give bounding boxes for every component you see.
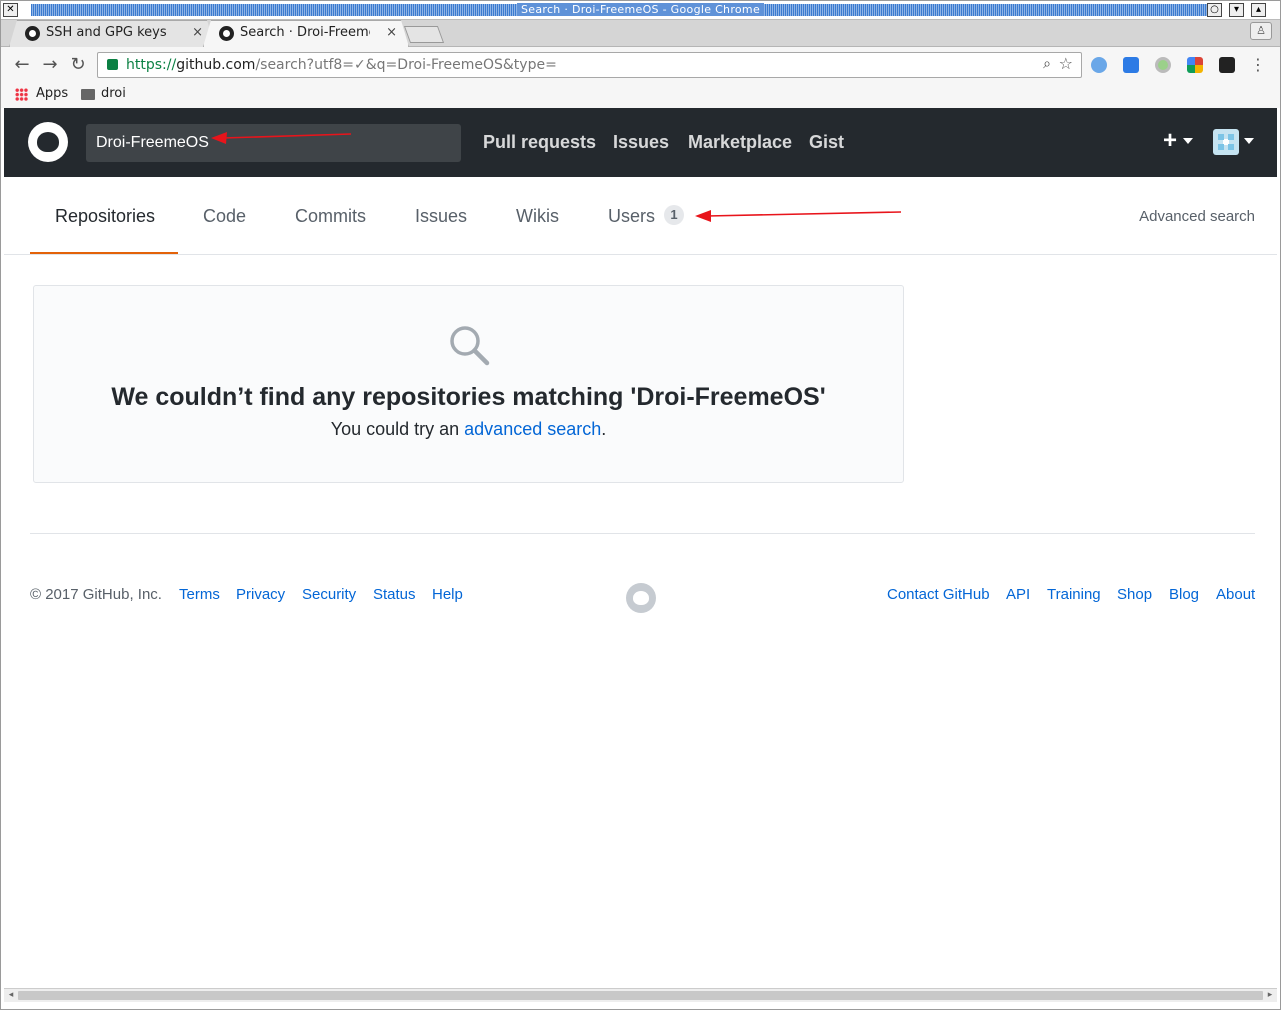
window-restore-icon[interactable]: ○ (1207, 3, 1222, 17)
extension-icon-5[interactable] (1219, 57, 1235, 73)
browser-toolbar: ← → ↻ https://github.com/search?utf8=✓&q… (1, 47, 1280, 83)
tab-users[interactable]: Users (608, 205, 655, 227)
url-text: https://github.com/search?utf8=✓&q=Droi-… (126, 57, 557, 73)
nav-issues[interactable]: Issues (613, 131, 669, 153)
window-title: Search · Droi-FreemeOS - Google Chrome (516, 3, 765, 16)
reload-icon[interactable]: ↻ (66, 53, 90, 77)
selected-tab-underline (30, 252, 178, 254)
footer-link-help[interactable]: Help (432, 585, 463, 605)
footer-link-security[interactable]: Security (302, 585, 356, 605)
browser-window: ✕ Search · Droi-FreemeOS - Google Chrome… (0, 0, 1281, 1010)
github-logo-icon[interactable] (28, 122, 68, 162)
search-type-tabs: Repositories Code Commits Issues Wikis U… (4, 177, 1277, 255)
bookmark-folder-droi[interactable]: droi (101, 86, 126, 101)
page-content: Droi-FreemeOS Pull requests Issues Marke… (4, 108, 1277, 988)
chrome-menu-icon[interactable]: ⋮ (1250, 55, 1266, 74)
footer-link-status[interactable]: Status (373, 585, 416, 605)
tab-commits[interactable]: Commits (295, 205, 366, 227)
chevron-down-icon[interactable] (1244, 138, 1254, 144)
footer-link-shop[interactable]: Shop (1117, 585, 1152, 605)
forward-arrow-icon[interactable]: → (38, 53, 62, 77)
tab-close-icon[interactable]: × (192, 20, 203, 46)
title-bar: ✕ Search · Droi-FreemeOS - Google Chrome… (1, 1, 1280, 20)
apps-grid-icon[interactable] (15, 88, 28, 101)
footer-copyright: © 2017 GitHub, Inc. (30, 586, 162, 603)
no-results-text: You could try an advanced search. (330, 419, 607, 439)
tab-strip: SSH and GPG keys × Search · Droi-Freeme … (1, 20, 1280, 47)
nav-gist[interactable]: Gist (809, 131, 844, 153)
footer-link-contact[interactable]: Contact GitHub (887, 585, 990, 605)
tab-repositories[interactable]: Repositories (55, 205, 155, 227)
horizontal-scrollbar[interactable]: ◂ ▸ (4, 988, 1277, 1002)
nav-marketplace[interactable]: Marketplace (688, 131, 792, 153)
folder-icon[interactable] (81, 89, 95, 100)
extension-icon-2[interactable] (1123, 57, 1139, 73)
bookmarks-bar: Apps droi (1, 83, 1280, 108)
footer-link-terms[interactable]: Terms (179, 585, 220, 605)
github-favicon-icon (25, 26, 40, 41)
chevron-down-icon[interactable] (1183, 138, 1193, 144)
footer-divider (30, 533, 1255, 534)
tab-ssh-gpg-keys[interactable]: SSH and GPG keys × (9, 20, 215, 47)
scroll-right-icon[interactable]: ▸ (1264, 989, 1276, 1002)
footer-link-training[interactable]: Training (1047, 585, 1101, 605)
tab-wikis[interactable]: Wikis (516, 205, 559, 227)
scroll-left-icon[interactable]: ◂ (5, 989, 17, 1002)
scrollbar-thumb[interactable] (18, 991, 1263, 1000)
footer-link-api[interactable]: API (1006, 585, 1030, 605)
tab-search[interactable]: Search · Droi-Freeme × (203, 20, 409, 47)
create-new-plus-icon[interactable]: + (1163, 127, 1177, 155)
footer: © 2017 GitHub, Inc. Terms Privacy Securi… (30, 583, 1255, 613)
users-count-badge: 1 (664, 205, 684, 225)
footer-link-about[interactable]: About (1216, 585, 1255, 605)
zoom-icon[interactable]: ⌕ (1043, 56, 1051, 72)
footer-link-privacy[interactable]: Privacy (236, 585, 285, 605)
address-bar[interactable]: https://github.com/search?utf8=✓&q=Droi-… (97, 52, 1082, 78)
tab-close-icon[interactable]: × (386, 20, 397, 46)
github-favicon-icon (219, 26, 234, 41)
advanced-search-link[interactable]: Advanced search (1139, 208, 1255, 226)
back-arrow-icon[interactable]: ← (10, 53, 34, 77)
bookmark-star-icon[interactable]: ☆ (1059, 54, 1073, 73)
footer-link-blog[interactable]: Blog (1169, 585, 1199, 605)
nav-pull-requests[interactable]: Pull requests (483, 131, 596, 153)
tab-label: Search · Droi-Freeme (240, 25, 370, 40)
no-results-panel: We couldn’t find any repositories matchi… (33, 285, 904, 483)
advanced-search-inline-link[interactable]: advanced search (464, 419, 601, 439)
tab-code[interactable]: Code (203, 205, 246, 227)
tab-issues[interactable]: Issues (415, 205, 467, 227)
extension-icon-1[interactable] (1091, 57, 1107, 73)
bookmark-apps[interactable]: Apps (36, 86, 68, 101)
window-minimize-icon[interactable]: ▾ (1229, 3, 1244, 17)
tab-label: SSH and GPG keys (46, 25, 167, 40)
search-input[interactable]: Droi-FreemeOS (86, 124, 461, 162)
search-icon (450, 326, 490, 366)
github-mark-icon[interactable] (626, 583, 656, 613)
github-header: Droi-FreemeOS Pull requests Issues Marke… (4, 108, 1277, 177)
extension-icon-3[interactable] (1155, 57, 1171, 73)
extension-icon-4[interactable] (1187, 57, 1203, 73)
window-maximize-icon[interactable]: ▴ (1251, 3, 1266, 17)
no-results-heading: We couldn’t find any repositories matchi… (111, 383, 826, 411)
new-tab-button[interactable] (403, 26, 445, 43)
avatar[interactable] (1213, 129, 1239, 155)
lock-icon (107, 59, 118, 70)
profile-icon[interactable]: ♙ (1250, 22, 1272, 40)
